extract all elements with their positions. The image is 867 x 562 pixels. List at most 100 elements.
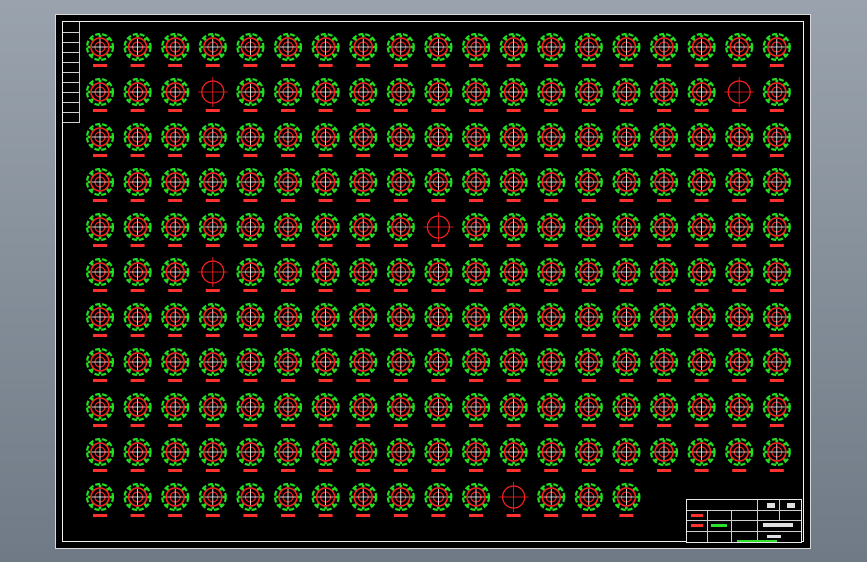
flange-symbol [649,77,679,107]
title-block-red-mark [691,524,703,527]
flange-label-mark [732,64,747,67]
flange-label-mark [619,379,634,382]
flange-label-mark [657,469,671,472]
flange-symbol [273,212,303,242]
flange-symbol [612,77,641,107]
flange-symbol [499,347,528,377]
flange-label-mark [544,244,559,247]
flange-label-mark [469,334,483,337]
flange-label-mark [393,289,408,292]
flange-symbol [349,32,378,62]
flange-label-mark [581,199,596,202]
flange-label-mark [544,379,559,382]
flange-symbol [612,392,641,422]
flange-label-mark [619,469,634,472]
flange-symbol [424,257,453,287]
flange-symbol [85,167,115,197]
flange-label-mark [619,289,634,292]
flange-label-mark [581,109,596,112]
flange-symbol [161,167,190,197]
flange-symbol [85,392,115,422]
flange-symbol [349,437,378,467]
simplified-flange-symbol [498,482,529,512]
flange-symbol [612,257,641,287]
flange-label-mark [281,64,295,67]
flange-label-mark [168,424,183,427]
flange-label-mark [205,109,220,112]
flange-symbol [349,257,378,287]
flange-label-mark [619,244,634,247]
flange-label-mark [657,199,671,202]
flange-label-mark [318,289,333,292]
flange-label-mark [657,289,671,292]
flange-symbol [574,482,603,512]
flange-label-mark [506,199,521,202]
flange-label-mark [168,64,183,67]
flange-symbol [612,167,641,197]
flange-label-mark [93,379,107,382]
flange-symbol [574,437,603,467]
flange-label-mark [281,334,295,337]
flange-symbol [198,392,227,422]
flange-label-mark [619,64,634,67]
flange-symbol [123,392,152,422]
flange-label-mark [393,64,408,67]
flange-symbol [123,167,152,197]
flange-symbol [499,392,528,422]
flange-symbol [762,212,791,242]
flange-label-mark [732,109,747,112]
flange-label-mark [130,289,145,292]
flange-label-mark [393,379,408,382]
flange-symbol [311,32,340,62]
flange-label-mark [356,199,371,202]
flange-symbol [386,392,415,422]
flange-symbol [649,302,679,332]
flange-label-mark [168,199,183,202]
flange-symbol [85,122,115,152]
flange-symbol [161,77,190,107]
flange-label-mark [93,109,107,112]
flange-symbol [198,212,227,242]
flange-label-mark [318,469,333,472]
flange-symbol [537,212,566,242]
flange-label-mark [318,424,333,427]
flange-symbol [85,77,115,107]
flange-symbol [725,212,754,242]
flange-label-mark [168,469,183,472]
flange-label-mark [769,469,784,472]
flange-label-mark [356,469,371,472]
flange-symbol [123,32,152,62]
flange-label-mark [469,199,483,202]
flange-label-mark [694,244,709,247]
flange-label-mark [431,64,446,67]
flange-symbol [311,437,340,467]
flange-symbol [386,482,415,512]
flange-label-mark [581,469,596,472]
flange-label-mark [769,154,784,157]
flange-label-mark [130,109,145,112]
flange-symbol [649,392,679,422]
flange-label-mark [93,199,107,202]
flange-label-mark [769,334,784,337]
flange-label-mark [657,64,671,67]
flange-symbol [349,392,378,422]
flange-label-mark [619,334,634,337]
flange-label-mark [168,334,183,337]
flange-symbol [687,392,716,422]
simplified-flange-symbol [197,77,228,107]
flange-label-mark [318,109,333,112]
flange-symbol [198,347,227,377]
flange-label-mark [393,244,408,247]
flange-label-mark [469,289,483,292]
flange-label-mark [130,154,145,157]
flange-symbol [161,32,190,62]
flange-label-mark [130,64,145,67]
simplified-flange-symbol [423,212,454,242]
flange-label-mark [168,379,183,382]
flange-symbol [236,167,265,197]
flange-symbol [236,437,265,467]
flange-label-mark [431,109,446,112]
flange-symbol [762,77,791,107]
flange-label-mark [469,109,483,112]
flange-symbol [499,32,528,62]
